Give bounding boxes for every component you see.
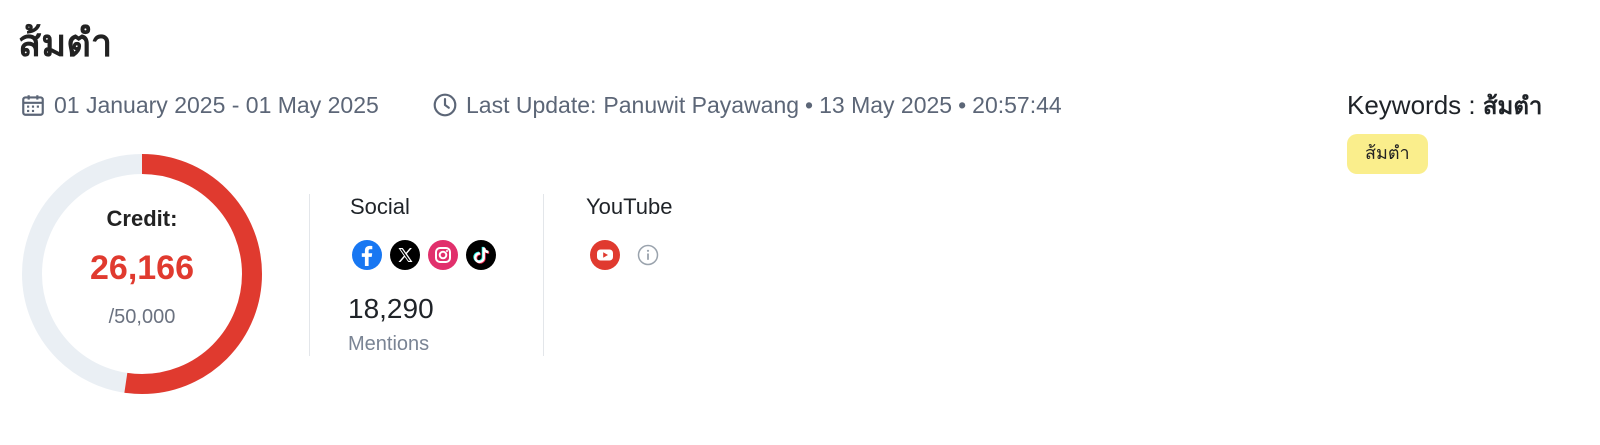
- last-update-time: 20:57:44: [972, 91, 1062, 118]
- youtube-icon[interactable]: [589, 239, 621, 271]
- keywords-heading: Keywords : ส้มตำ: [1347, 88, 1542, 123]
- calendar-icon: [22, 95, 44, 116]
- keywords-label: Keywords :: [1347, 90, 1476, 120]
- instagram-icon[interactable]: [427, 239, 459, 271]
- separator-dot: •: [805, 91, 814, 118]
- section-divider: [309, 194, 310, 356]
- youtube-title: YouTube: [586, 194, 673, 219]
- date-range[interactable]: 01 January 2025 - 01 May 2025: [20, 89, 379, 121]
- x-icon[interactable]: [389, 239, 421, 271]
- info-icon[interactable]: [637, 244, 659, 266]
- last-update: Last Update: Panuwit Payawang • 13 May 2…: [432, 89, 1062, 121]
- mentions-label: Mentions: [348, 333, 430, 355]
- date-range-text: 01 January 2025 - 01 May 2025: [54, 91, 379, 118]
- separator-dot: •: [958, 91, 967, 118]
- credit-used: 26,166: [90, 249, 194, 287]
- section-divider: [543, 194, 544, 356]
- youtube-platform-icons: [589, 239, 659, 271]
- keyword-chip[interactable]: ส้มตำ: [1347, 134, 1428, 174]
- credit-total: /50,000: [108, 306, 176, 328]
- social-title: Social: [350, 194, 410, 219]
- credit-label: Credit:: [106, 206, 178, 231]
- mentions-count: 18,290: [348, 293, 434, 324]
- last-update-label: Last Update:: [466, 91, 597, 118]
- last-update-user: Panuwit Payawang: [603, 91, 800, 118]
- page-title: ส้มตำ: [18, 21, 113, 65]
- keywords-value: ส้มตำ: [1482, 92, 1543, 120]
- facebook-icon[interactable]: [351, 239, 383, 271]
- tiktok-icon[interactable]: [465, 239, 497, 271]
- last-update-date: 13 May 2025: [819, 91, 953, 118]
- clock-icon: [433, 93, 457, 117]
- social-platform-icons: [351, 239, 503, 271]
